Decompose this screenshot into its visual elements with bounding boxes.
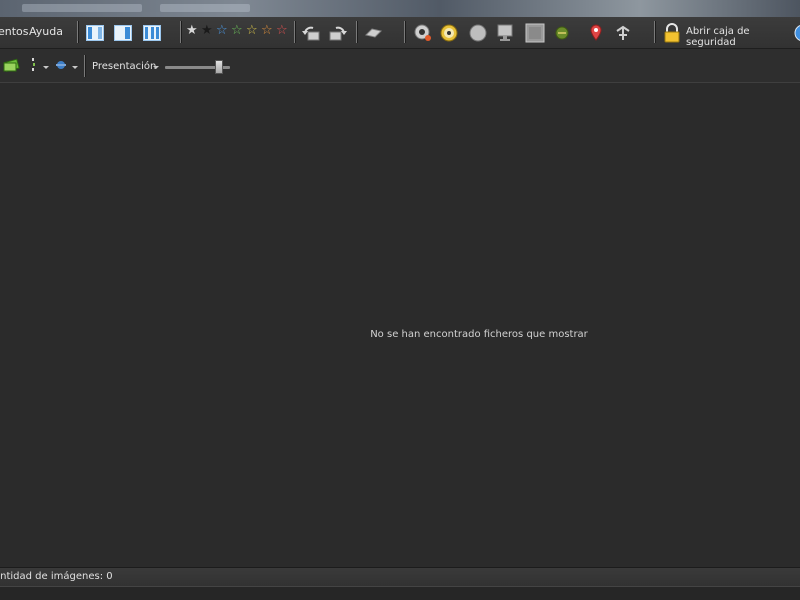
rotate-left-icon — [302, 26, 320, 41]
image-frame-icon — [525, 23, 545, 43]
lock-icon — [664, 23, 680, 43]
safe-lock-button[interactable] — [661, 22, 683, 44]
image-count-label: antidad de imágenes: 0 — [0, 571, 113, 582]
layout-split-button[interactable] — [112, 22, 134, 44]
sort-icon — [32, 58, 35, 71]
chevron-down-icon[interactable] — [43, 66, 49, 69]
rating-star-icon[interactable]: ☆ — [216, 24, 228, 38]
add-images-icon — [3, 58, 20, 72]
rotate-left-button[interactable] — [300, 22, 322, 44]
empty-message: No se han encontrado ficheros que mostra… — [370, 329, 588, 340]
toolbar-separator — [77, 21, 79, 43]
toolbar-separator — [404, 21, 406, 43]
layout-columns-button[interactable] — [141, 22, 163, 44]
layout-columns-icon — [143, 25, 161, 41]
open-safe-label[interactable]: Abrir caja de seguridad — [686, 26, 800, 48]
share-icon — [616, 25, 630, 40]
toolbar-separator — [180, 21, 182, 43]
eraser-button[interactable] — [362, 22, 384, 44]
share-button[interactable] — [612, 22, 634, 44]
chevron-down-icon[interactable] — [72, 66, 78, 69]
menu-item-tools[interactable]: entos — [0, 25, 29, 38]
rating-star-icon[interactable]: ☆ — [276, 24, 288, 38]
filter-button[interactable] — [50, 54, 72, 76]
eraser-icon — [365, 28, 382, 38]
layout-left-button[interactable] — [84, 22, 106, 44]
help-globe-button[interactable] — [792, 22, 800, 44]
map-pin-button[interactable] — [585, 22, 607, 44]
location-globe-button[interactable] — [552, 22, 574, 44]
add-images-button[interactable] — [0, 54, 22, 76]
toolbar-separator — [294, 21, 296, 43]
layout-left-icon — [86, 25, 104, 41]
background-window-strip — [0, 0, 800, 17]
sphere-icon — [469, 24, 487, 42]
disc-icon — [440, 24, 458, 42]
toolbar-separator — [84, 55, 86, 77]
rating-star-icon[interactable]: ★ — [201, 24, 213, 38]
bottom-strip — [0, 586, 800, 600]
thumbnail-area[interactable]: No se han encontrado ficheros que mostra… — [0, 83, 800, 567]
map-pin-icon — [590, 24, 602, 41]
sort-button[interactable] — [22, 54, 44, 76]
main-toolbar: entos Ayuda ★ ★ ☆ ☆ ☆ ☆ ☆ Abrir caja de … — [0, 17, 800, 54]
webcam-button[interactable] — [411, 22, 433, 44]
globe-icon — [555, 26, 569, 40]
chevron-down-icon[interactable] — [153, 66, 159, 69]
rotate-right-icon — [329, 26, 347, 41]
toolbar-separator — [356, 21, 358, 43]
rating-star-icon[interactable]: ★ — [186, 24, 198, 38]
monitor-icon — [497, 24, 513, 41]
secondary-toolbar: Presentación — [0, 49, 800, 83]
image-frame-button[interactable] — [524, 22, 546, 44]
help-globe-icon — [794, 25, 800, 41]
sphere-button[interactable] — [467, 22, 489, 44]
zoom-slider-thumb[interactable] — [215, 60, 223, 74]
layout-split-icon — [114, 25, 132, 41]
webcam-icon — [414, 24, 431, 41]
rating-star-icon[interactable]: ☆ — [261, 24, 273, 38]
burn-disc-button[interactable] — [438, 22, 460, 44]
monitor-button[interactable] — [494, 22, 516, 44]
status-bar: antidad de imágenes: 0 — [0, 567, 800, 586]
rotate-right-button[interactable] — [327, 22, 349, 44]
slideshow-button[interactable]: Presentación — [92, 61, 156, 72]
menu-item-help[interactable]: Ayuda — [29, 25, 63, 38]
app-window: entos Ayuda ★ ★ ☆ ☆ ☆ ☆ ☆ Abrir caja de … — [0, 0, 800, 600]
filter-icon — [56, 61, 66, 69]
rating-star-icon[interactable]: ☆ — [246, 24, 258, 38]
rating-star-icon[interactable]: ☆ — [231, 24, 243, 38]
toolbar-separator — [654, 21, 656, 43]
